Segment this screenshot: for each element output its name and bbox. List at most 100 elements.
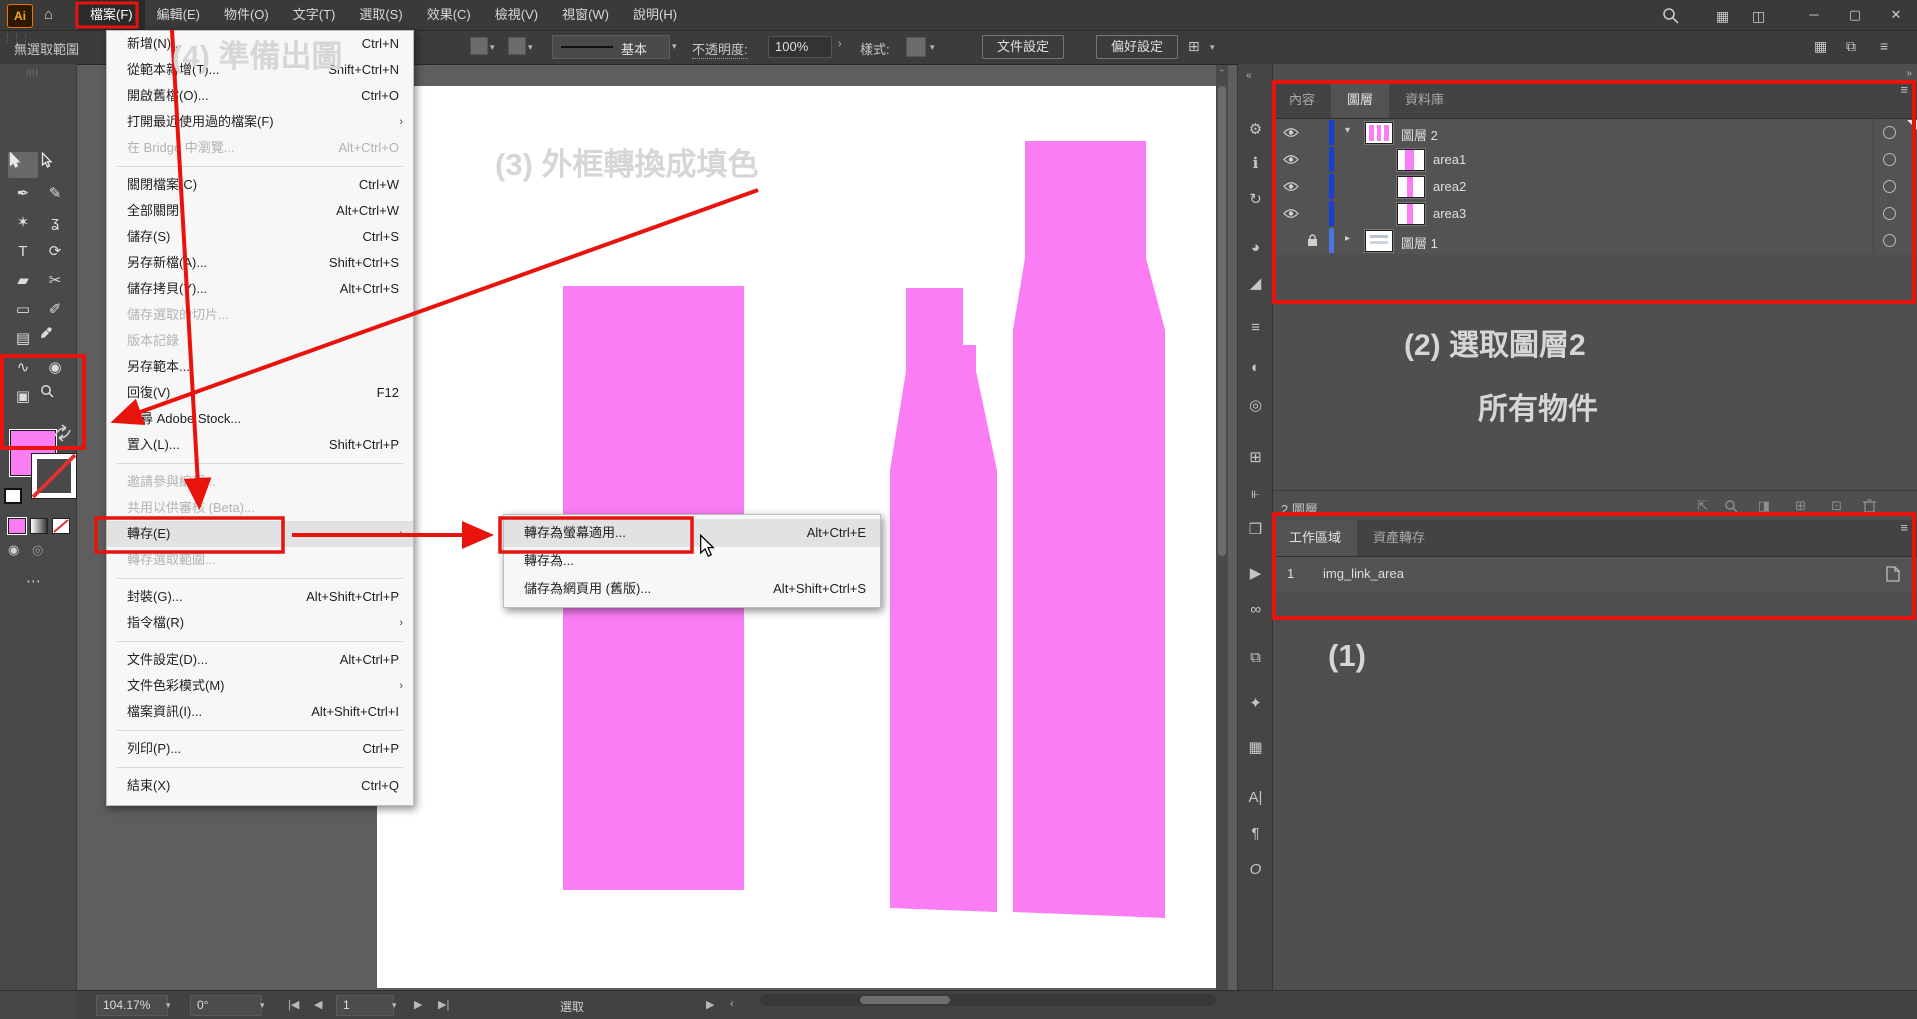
layer-thumbnail[interactable]: [1397, 149, 1425, 171]
file-menu-item-15[interactable]: 回復(V)F12: [107, 380, 413, 406]
collect-for-export-icon[interactable]: ⇱: [1697, 498, 1708, 514]
file-menu-item-24[interactable]: 封裝(G)...Alt+Shift+Ctrl+P: [107, 584, 413, 610]
lock-icon[interactable]: [1307, 234, 1318, 247]
blend-tool[interactable]: ∿: [8, 355, 38, 381]
file-menu-item-28[interactable]: 文件色彩模式(M)›: [107, 673, 413, 699]
menubar-item-8[interactable]: 視窗(W): [550, 0, 621, 30]
opacity-input[interactable]: 100%: [768, 36, 832, 58]
layer-name[interactable]: 圖層 2: [1401, 125, 1438, 144]
file-menu-item-17[interactable]: 置入(L)...Shift+Ctrl+P: [107, 432, 413, 458]
color-icon[interactable]: ◕: [1242, 236, 1269, 260]
swap-fill-stroke-icon[interactable]: [52, 424, 74, 442]
magic-wand-tool[interactable]: ✶: [8, 210, 38, 236]
layer-thumbnail[interactable]: [1397, 176, 1425, 198]
menubar-item-4[interactable]: 文字(T): [281, 0, 348, 30]
menubar-item-3[interactable]: 物件(O): [212, 0, 281, 30]
layer-row-2[interactable]: area1: [1273, 146, 1917, 174]
draw-behind-icon[interactable]: ◎: [32, 542, 43, 558]
export-submenu-item-1[interactable]: 轉存為螢幕適用...Alt+Ctrl+E: [504, 519, 880, 547]
selection-tool[interactable]: [8, 152, 38, 178]
fill-chevron-icon[interactable]: ▾: [490, 42, 495, 53]
menubar-item-2[interactable]: 編輯(E): [145, 0, 212, 30]
target-circle-icon[interactable]: [1883, 153, 1896, 166]
layer-row-3[interactable]: area2: [1273, 173, 1917, 201]
prev-artboard-icon[interactable]: ◀: [314, 998, 322, 1011]
eyedropper-tool[interactable]: [40, 326, 70, 352]
paragraph-icon[interactable]: ¶: [1242, 822, 1269, 846]
align-options-icon[interactable]: ⊞: [1188, 38, 1200, 55]
default-fill-stroke-icon[interactable]: [4, 488, 22, 504]
layer-row-4[interactable]: area3: [1273, 200, 1917, 228]
file-menu-item-3[interactable]: 開啟舊檔(O)...Ctrl+O: [107, 83, 413, 109]
preferences-button[interactable]: 偏好設定: [1096, 35, 1178, 59]
draw-normal-icon[interactable]: ◉: [8, 542, 19, 558]
layer-name[interactable]: area2: [1433, 179, 1466, 194]
scrollbar-thumb[interactable]: [1218, 86, 1226, 556]
stroke-style-dropdown[interactable]: 基本: [552, 35, 670, 59]
rectangle-tool[interactable]: ▭: [8, 297, 38, 323]
gear-icon[interactable]: ⚙: [1242, 118, 1269, 142]
file-menu-item-8[interactable]: 全部關閉Alt+Ctrl+W: [107, 198, 413, 224]
close-button[interactable]: ✕: [1877, 0, 1915, 30]
type-tool[interactable]: T: [8, 239, 38, 265]
scissors-tool[interactable]: ✂: [40, 268, 70, 294]
target-circle-icon[interactable]: [1883, 207, 1896, 220]
visibility-eye-icon[interactable]: [1283, 181, 1299, 192]
curvature-tool[interactable]: ✎: [40, 181, 70, 207]
menubar-item-6[interactable]: 效果(C): [415, 0, 483, 30]
next-artboard-icon[interactable]: ▶: [414, 998, 422, 1011]
search-icon[interactable]: [1662, 7, 1679, 24]
file-menu-item-7[interactable]: 關閉檔案(C)Ctrl+W: [107, 172, 413, 198]
align-icon[interactable]: ⫦: [1242, 482, 1269, 506]
layer-name[interactable]: area1: [1433, 152, 1466, 167]
layers-panel-menu-icon[interactable]: ≡: [1900, 82, 1908, 97]
gradient-tool[interactable]: ▤: [8, 326, 38, 352]
color-mode-button[interactable]: [8, 518, 26, 534]
menubar-item-9[interactable]: 說明(H): [621, 0, 689, 30]
appearance-icon[interactable]: ◎: [1242, 394, 1269, 418]
zoom-tool[interactable]: [40, 384, 70, 410]
delete-layer-icon[interactable]: [1863, 498, 1876, 513]
stroke-icon[interactable]: ≡: [1242, 316, 1269, 340]
menubar-item-1[interactable]: 檔案(F): [78, 0, 145, 30]
tab-libraries[interactable]: 資料庫: [1389, 82, 1460, 118]
opacity-more-icon[interactable]: ›: [838, 38, 842, 50]
shape-builder-tool[interactable]: ◉: [40, 355, 70, 381]
eraser-tool[interactable]: ▰: [8, 268, 38, 294]
file-menu-item-31[interactable]: 列印(P)...Ctrl+P: [107, 736, 413, 762]
artboard-nav-chevron-icon[interactable]: ▾: [392, 1000, 397, 1011]
horizontal-scrollbar[interactable]: [760, 994, 1216, 1006]
file-menu-item-14[interactable]: 另存範本...: [107, 354, 413, 380]
clipping-mask-icon[interactable]: ◨: [1758, 498, 1770, 514]
home-icon[interactable]: ⌂: [44, 6, 53, 23]
workspace-grid-icon[interactable]: ▦: [1716, 8, 1729, 25]
expand-panels-icon[interactable]: «: [1246, 70, 1252, 81]
export-submenu-item-3[interactable]: 儲存為網頁用 (舊版)...Alt+Shift+Ctrl+S: [504, 575, 880, 603]
file-menu-item-27[interactable]: 文件設定(D)...Alt+Ctrl+P: [107, 647, 413, 673]
expand-chevron-icon[interactable]: ▾: [1345, 125, 1350, 136]
style-swatch-dropdown[interactable]: [906, 37, 926, 57]
fill-swatch-dropdown[interactable]: [470, 37, 488, 55]
artboard-page-icon[interactable]: [1886, 566, 1900, 582]
new-layer-icon[interactable]: ⊡: [1831, 498, 1842, 514]
hscrollbar-thumb[interactable]: [860, 996, 950, 1004]
artboards-icon[interactable]: ⊞: [1242, 446, 1269, 470]
artboard-nav-value[interactable]: 1: [336, 995, 394, 1016]
file-menu-item-9[interactable]: 儲存(S)Ctrl+S: [107, 224, 413, 250]
last-artboard-icon[interactable]: ▶|: [438, 998, 449, 1011]
layer-name[interactable]: 圖層 1: [1401, 233, 1438, 252]
export-submenu-item-2[interactable]: 轉存為...: [504, 547, 880, 575]
rotation-value[interactable]: 0°: [190, 995, 262, 1016]
file-menu-item-25[interactable]: 指令檔(R)›: [107, 610, 413, 636]
none-mode-button[interactable]: [52, 518, 70, 534]
zoom-level-value[interactable]: 104.17%: [96, 995, 168, 1016]
transparency-icon[interactable]: ◐: [1242, 356, 1269, 380]
first-artboard-icon[interactable]: |◀: [288, 998, 299, 1011]
arrange-documents-icon[interactable]: ⧉: [1846, 38, 1856, 55]
menubar-item-5[interactable]: 選取(S): [347, 0, 414, 30]
rotate-tool[interactable]: ⟳: [40, 239, 70, 265]
layer-thumbnail[interactable]: [1397, 203, 1425, 225]
file-menu-item-16[interactable]: 搜尋 Adobe Stock...: [107, 406, 413, 432]
menubar-item-7[interactable]: 檢視(V): [483, 0, 550, 30]
visibility-eye-icon[interactable]: [1283, 208, 1299, 219]
